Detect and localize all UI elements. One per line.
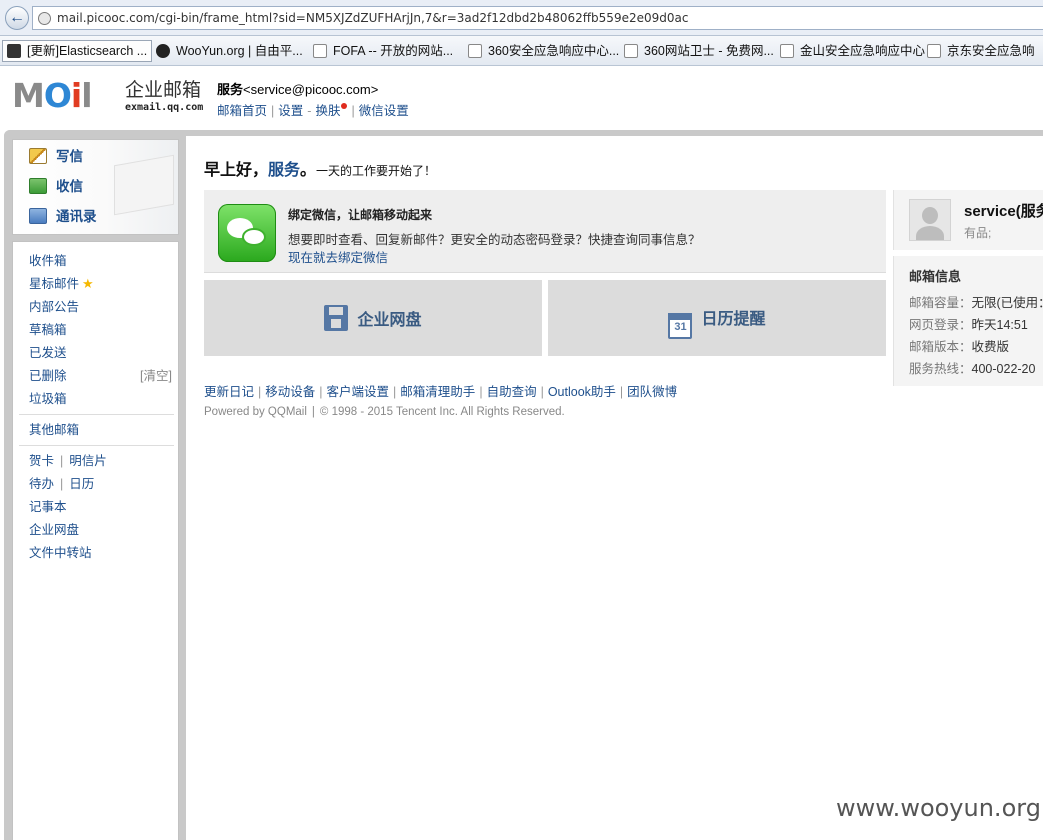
bookmark-icon (780, 44, 794, 58)
greeting-subtitle: 一天的工作要开始了！ (316, 164, 437, 178)
info-last-login: 网页登录：昨天14:51 (909, 318, 1028, 332)
mailbox-cleanup-link[interactable]: 邮箱清理助手 (400, 385, 475, 399)
greeting-name: 服务 (268, 162, 301, 179)
account-email: <service@picooc.com> (243, 82, 379, 97)
tools-row-todo: 待办 | 日历 (29, 477, 95, 491)
netdisk-link[interactable]: 企业网盘 (29, 520, 79, 540)
bookmark-icon (313, 44, 327, 58)
folder-starred[interactable]: 星标邮件 ★ (29, 274, 94, 294)
mailbox-info-title: 邮箱信息 (909, 269, 962, 284)
outlook-helper-link[interactable]: Outlook助手 (548, 385, 616, 399)
contacts-card-icon (29, 208, 47, 224)
footer-links: 更新日记 | 移动设备 | 客户端设置 | 邮箱清理助手 | 自助查询 | Outlook助手 | 团队… (204, 385, 678, 399)
folder-deleted[interactable]: 已删除 (29, 366, 67, 386)
mobile-devices-link[interactable]: 移动设备 (265, 385, 315, 399)
bookmark-icon (468, 44, 482, 58)
folder-spam[interactable]: 垃圾箱 (29, 389, 67, 409)
bookmark-360-src[interactable]: 360安全应急响应中心... (468, 41, 619, 61)
new-dot-icon (341, 103, 348, 109)
account-info: 服务<service@picooc.com> (217, 79, 378, 98)
folder-other-mailbox[interactable]: 其他邮箱 (29, 420, 79, 440)
bind-wechat-link[interactable]: 现在就去绑定微信 (288, 247, 388, 266)
bookmark-fofa[interactable]: FOFA -- 开放的网站... (313, 41, 453, 61)
bookmarks-bar: [更新]Elasticsearch ... WooYun.org | 自由平..… (0, 36, 1043, 66)
url-input[interactable]: mail.picooc.com/cgi-bin/frame_html?sid=N… (32, 6, 1043, 30)
quick-actions: 写信 收信 通讯录 (12, 139, 179, 235)
info-capacity: 邮箱容量：无限(已使用： (909, 296, 1043, 310)
notes-link[interactable]: 记事本 (29, 497, 67, 517)
bookmark-wooyun[interactable]: WooYun.org | 自由平... (156, 41, 303, 61)
profile-card: service(服务 有品; (893, 190, 1043, 250)
star-icon: ★ (82, 276, 94, 291)
receive-button[interactable]: 收信 (29, 175, 83, 199)
wechat-description: 想要即时查看、回复新邮件？更安全的动态密码登录？快捷查询同事信息？ (288, 233, 701, 247)
bookmark-elasticsearch[interactable]: [更新]Elasticsearch ... (2, 40, 153, 62)
mailbox-info: 邮箱信息 邮箱容量：无限(已使用： 网页登录：昨天14:51 邮箱版本：收费版 … (893, 256, 1043, 386)
wechat-settings-link[interactable]: 微信设置 (359, 104, 409, 118)
contacts-button[interactable]: 通讯录 (29, 205, 97, 229)
inbox-download-icon (29, 178, 47, 194)
bookmark-jd[interactable]: 京东安全应急响 (927, 41, 1035, 61)
self-service-link[interactable]: 自助查询 (487, 385, 537, 399)
team-weibo-link[interactable]: 团队微博 (627, 385, 677, 399)
mailbox-home-link[interactable]: 邮箱首页 (217, 104, 267, 118)
folder-inbox[interactable]: 收件箱 (29, 251, 67, 271)
settings-link[interactable]: 设置 (278, 104, 303, 118)
folder-sent[interactable]: 已发送 (29, 343, 67, 363)
tools-row-card: 贺卡 | 明信片 (29, 454, 107, 468)
divider (19, 414, 174, 415)
logo-wordmark: MOil (12, 76, 93, 115)
wechat-title: 绑定微信，让邮箱移动起来 (288, 208, 433, 222)
back-arrow-icon[interactable]: ← (5, 6, 29, 30)
logo-domain: exmail.qq.com (125, 102, 204, 113)
info-hotline: 服务热线：400-022-20 (909, 362, 1036, 376)
todo-link[interactable]: 待办 (29, 477, 54, 491)
url-text[interactable]: mail.picooc.com/cgi-bin/frame_html?sid=N… (57, 11, 688, 25)
mail-header: MOil 企业邮箱 exmail.qq.com 服务<service@picoo… (0, 66, 1043, 130)
netdisk-tile[interactable]: 企业网盘 (204, 280, 542, 356)
client-settings-link[interactable]: 客户端设置 (327, 385, 390, 399)
folder-list: 收件箱 星标邮件 ★ 内部公告 草稿箱 已发送 已删除 [清空] 垃圾箱 其他邮箱… (12, 241, 179, 840)
logo-title: 企业邮箱 (125, 80, 202, 101)
wechat-bind-panel: 绑定微信，让邮箱移动起来 想要即时查看、回复新邮件？更安全的动态密码登录？快捷查… (204, 190, 886, 273)
bookmark-360-wangzhan[interactable]: 360网站卫士 - 免费网... (624, 41, 774, 61)
pencil-icon (29, 148, 47, 164)
bookmark-icon (156, 44, 170, 58)
globe-icon (38, 12, 51, 25)
greeting-card-link[interactable]: 贺卡 (29, 454, 54, 468)
bookmark-icon (7, 44, 21, 58)
envelope-decoration-icon (114, 154, 174, 216)
browser-address-bar: ← mail.picooc.com/cgi-bin/frame_html?sid… (0, 0, 1043, 36)
clear-trash-link[interactable]: [清空] (140, 366, 172, 386)
disk-icon (324, 305, 349, 331)
header-links: 邮箱首页 | 设置 - 换肤 | 微信设置 (217, 103, 409, 118)
copyright: Powered by QQMail | © 1998 - 2015 Tencent … (204, 406, 565, 418)
greeting: 早上好，服务。一天的工作要开始了！ (204, 162, 437, 179)
bookmark-kingsoft[interactable]: 金山安全应急响应中心 (780, 41, 925, 61)
folder-notice[interactable]: 内部公告 (29, 297, 79, 317)
profile-company: 有品; (964, 226, 992, 240)
watermark: www.wooyun.org (836, 794, 1041, 822)
bookmark-icon (624, 44, 638, 58)
calendar-link[interactable]: 日历 (69, 477, 94, 491)
profile-name: service(服务 (964, 203, 1043, 220)
changelog-link[interactable]: 更新日记 (204, 385, 254, 399)
account-name: 服务 (217, 82, 244, 97)
calendar-icon: 31 (668, 313, 693, 339)
skin-link[interactable]: 换肤 (315, 104, 340, 118)
divider (19, 445, 174, 446)
file-transfer-link[interactable]: 文件中转站 (29, 543, 92, 563)
wechat-icon[interactable] (218, 204, 276, 262)
avatar[interactable] (909, 199, 951, 241)
compose-button[interactable]: 写信 (29, 145, 83, 169)
calendar-reminder-tile[interactable]: 31 日历提醒 (548, 280, 886, 356)
bookmark-icon (927, 44, 941, 58)
folder-drafts[interactable]: 草稿箱 (29, 320, 67, 340)
info-version: 邮箱版本：收费版 (909, 340, 1010, 354)
postcard-link[interactable]: 明信片 (69, 454, 107, 468)
